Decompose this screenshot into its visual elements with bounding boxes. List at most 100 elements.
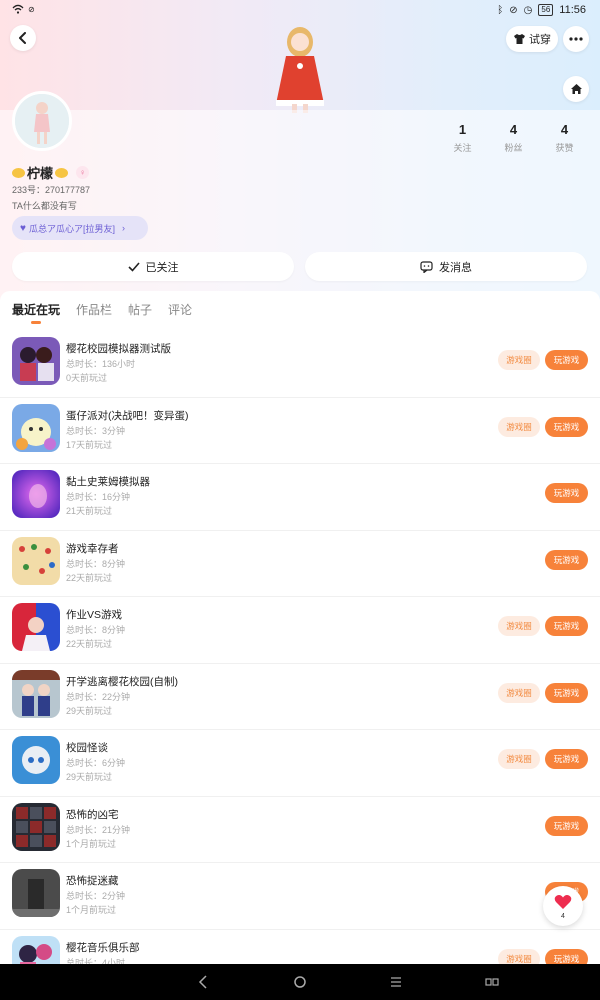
game-title: 开学逃离樱花校园(自制) xyxy=(66,675,178,688)
stat-value: 4 xyxy=(509,122,518,137)
game-thumbnail-image xyxy=(12,669,60,718)
game-last-played: 17天前玩过 xyxy=(66,439,113,450)
play-game-button[interactable]: 玩游戏 xyxy=(545,549,588,570)
play-game-button[interactable]: 玩游戏 xyxy=(545,483,588,503)
game-thumbnail xyxy=(12,536,60,585)
game-thumbnail-image xyxy=(12,337,60,385)
nickname: 柠檬 ♀ xyxy=(12,163,90,182)
chat-bubble-icon xyxy=(420,260,433,273)
tab-comments[interactable]: 评论 xyxy=(168,301,192,318)
list-item[interactable]: 黏土史莱姆模拟器 总时长：16分钟 21天前玩过 玩游戏 xyxy=(0,464,600,531)
game-thumbnail xyxy=(12,736,60,784)
game-title: 游戏幸存者 xyxy=(66,542,119,555)
character-avatar-display[interactable] xyxy=(262,22,338,114)
tab-recently-played[interactable]: 最近在玩 xyxy=(12,301,60,318)
back-button[interactable] xyxy=(10,25,36,51)
game-thumbnail-image xyxy=(12,403,60,452)
game-circle-button[interactable]: 游戏圈 xyxy=(498,682,540,703)
bluetooth-icon: ᛒ xyxy=(497,4,504,16)
game-circle-button[interactable]: 游戏圈 xyxy=(498,416,540,437)
home-button[interactable] xyxy=(563,76,589,102)
clock: 11:56 xyxy=(559,4,586,16)
game-duration: 总时长：8分钟 xyxy=(66,625,126,635)
more-button[interactable] xyxy=(563,26,589,52)
chevron-right-icon: › xyxy=(121,223,125,233)
status-bar: ⊘ ᛒ ⊘ ◷ 56 11:56 xyxy=(0,0,600,22)
game-last-played: 1个月前玩过 xyxy=(66,905,117,915)
content-panel: 最近在玩 作品栏 帖子 评论 樱花校园模拟器测试版 总时长：136小时 0天前玩… xyxy=(0,291,600,964)
play-game-button[interactable]: 玩游戏 xyxy=(545,948,588,964)
game-title: 樱花校园模拟器测试版 xyxy=(66,343,171,355)
game-thumbnail xyxy=(12,935,60,964)
signal-icon: ⊘ xyxy=(28,4,35,14)
game-title: 黏土史莱姆模拟器 xyxy=(66,476,150,488)
list-item[interactable]: 游戏幸存者 总时长：8分钟 22天前玩过 玩游戏 xyxy=(0,531,600,597)
game-thumbnail-image xyxy=(12,869,60,917)
mute-icon: ⊘ xyxy=(509,4,518,16)
game-thumbnail xyxy=(12,869,60,917)
game-thumbnail-image xyxy=(12,470,60,518)
game-circle-button[interactable]: 游戏圈 xyxy=(498,948,540,964)
game-circle-button[interactable]: 游戏圈 xyxy=(498,350,540,370)
list-item[interactable]: 恐怖捉迷藏 总时长：2分钟 1个月前玩过 玩游戏 xyxy=(0,863,600,930)
list-item[interactable]: 作业VS游戏 总时长：8分钟 22天前玩过 游戏圈 玩游戏 xyxy=(0,597,600,664)
nav-recents-icon[interactable] xyxy=(484,974,500,990)
send-message-button[interactable]: 发消息 xyxy=(305,252,587,281)
game-thumbnail xyxy=(12,470,60,518)
game-circle-button[interactable]: 游戏圈 xyxy=(498,749,540,769)
user-id: 233号：270177787 xyxy=(12,185,91,195)
tab-indicator xyxy=(31,321,41,324)
nav-back-icon[interactable] xyxy=(196,974,212,990)
like-count: 4 xyxy=(561,913,565,920)
play-game-button[interactable]: 玩游戏 xyxy=(545,749,588,769)
list-item[interactable]: 开学逃离樱花校园(自制) 总时长：22分钟 29天前玩过 游戏圈 玩游戏 xyxy=(0,664,600,730)
tab-posts[interactable]: 帖子 xyxy=(128,301,152,318)
avatar[interactable] xyxy=(12,91,72,151)
tab-works[interactable]: 作品栏 xyxy=(76,301,112,318)
game-thumbnail xyxy=(12,337,60,385)
stat-fans[interactable]: 4 粉丝 xyxy=(488,122,539,154)
nickname-text: 柠檬 xyxy=(27,166,54,181)
game-thumbnail xyxy=(12,403,60,452)
game-circle-button[interactable]: 游戏圈 xyxy=(498,616,540,636)
tshirt-icon xyxy=(514,34,525,44)
list-item[interactable]: 樱花校园模拟器测试版 总时长：136小时 0天前玩过 游戏圈 玩游戏 xyxy=(0,331,600,398)
game-duration: 总时长：4小时 xyxy=(66,957,126,965)
game-last-played: 29天前玩过 xyxy=(66,772,113,782)
play-game-button[interactable]: 玩游戏 xyxy=(545,350,588,370)
game-last-played: 0天前玩过 xyxy=(66,373,108,383)
play-game-button[interactable]: 玩游戏 xyxy=(545,416,588,437)
stat-likes[interactable]: 4 获赞 xyxy=(539,122,590,154)
play-game-button[interactable]: 玩游戏 xyxy=(545,616,588,636)
nav-menu-icon[interactable] xyxy=(388,974,404,990)
play-game-button[interactable]: 玩游戏 xyxy=(545,682,588,703)
alarm-icon: ◷ xyxy=(523,4,533,16)
try-on-label: 试穿 xyxy=(529,34,551,46)
game-last-played: 22天前玩过 xyxy=(66,572,113,583)
stat-following[interactable]: 1 关注 xyxy=(437,122,488,154)
list-item[interactable]: 校园怪谈 总时长：6分钟 29天前玩过 游戏圈 玩游戏 xyxy=(0,730,600,797)
followed-button[interactable]: 已关注 xyxy=(12,252,294,281)
profile-stats: 1 关注 4 粉丝 4 获赞 xyxy=(437,122,590,154)
play-game-button[interactable]: 玩游戏 xyxy=(545,815,588,836)
stat-label: 粉丝 xyxy=(504,143,523,153)
game-last-played: 1个月前玩过 xyxy=(66,838,117,849)
list-item[interactable]: 蛋仔派对(决战吧！变异蛋) 总时长：3分钟 17天前玩过 游戏圈 玩游戏 xyxy=(0,398,600,464)
nav-home-icon[interactable] xyxy=(292,974,308,990)
character-figure-image xyxy=(276,27,324,113)
status-icons-left: ⊘ xyxy=(12,4,35,14)
game-thumbnail xyxy=(12,802,60,851)
more-dots-icon xyxy=(569,37,583,41)
game-last-played: 21天前玩过 xyxy=(66,506,113,516)
game-duration: 总时长：136小时 xyxy=(66,359,136,369)
floating-like-button[interactable]: 4 xyxy=(543,886,583,926)
list-item[interactable]: 樱花音乐俱乐部 总时长：4小时 游戏圈 玩游戏 xyxy=(0,930,600,965)
game-thumbnail xyxy=(12,669,60,718)
game-thumbnail-image xyxy=(12,536,60,585)
list-item[interactable]: 恐怖的凶宅 总时长：21分钟 1个月前玩过 玩游戏 xyxy=(0,797,600,863)
group-chip[interactable]: ♥ 瓜总ア瓜心ア[拉男友] › xyxy=(12,216,148,240)
game-duration: 总时长：3分钟 xyxy=(66,425,126,436)
game-title: 蛋仔派对(决战吧！变异蛋) xyxy=(66,409,189,422)
try-on-button[interactable]: 试穿 xyxy=(506,26,558,52)
lemon-icon xyxy=(55,167,69,178)
